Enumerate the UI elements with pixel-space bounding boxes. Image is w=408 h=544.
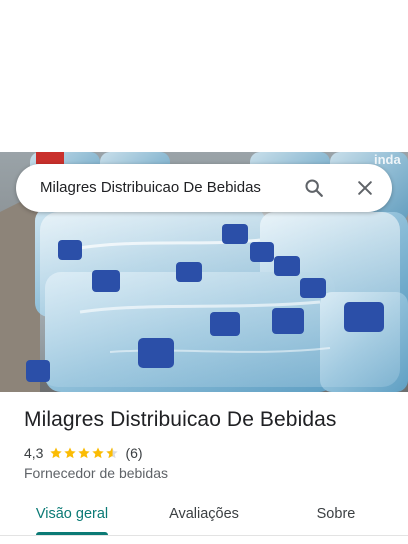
tab-reviews[interactable]: Avaliações — [154, 494, 254, 534]
search-input[interactable]: Milagres Distribuicao De Bebidas — [40, 164, 261, 212]
place-tabs: Visão geral Avaliações Sobre — [0, 494, 408, 538]
star-icon — [92, 447, 105, 459]
star-icon — [50, 447, 63, 459]
rating-row[interactable]: 4,3 (6) — [24, 444, 143, 462]
rating-value: 4,3 — [24, 445, 44, 461]
place-category: Fornecedor de bebidas — [24, 465, 168, 481]
review-count[interactable]: (6) — [125, 445, 142, 461]
star-rating — [49, 446, 119, 460]
map-blank-area — [0, 0, 408, 152]
tab-about[interactable]: Sobre — [296, 494, 376, 534]
star-icon — [78, 447, 91, 459]
tab-overview[interactable]: Visão geral — [24, 494, 120, 534]
svg-text:inda: inda — [374, 152, 401, 167]
search-bar[interactable]: Milagres Distribuicao De Bebidas — [16, 164, 392, 212]
tabs-divider — [0, 535, 408, 536]
close-icon[interactable] — [349, 172, 381, 204]
search-icon[interactable] — [298, 172, 330, 204]
star-icon — [64, 447, 77, 459]
place-title: Milagres Distribuicao De Bebidas — [24, 408, 337, 431]
star-half-icon — [106, 447, 119, 459]
